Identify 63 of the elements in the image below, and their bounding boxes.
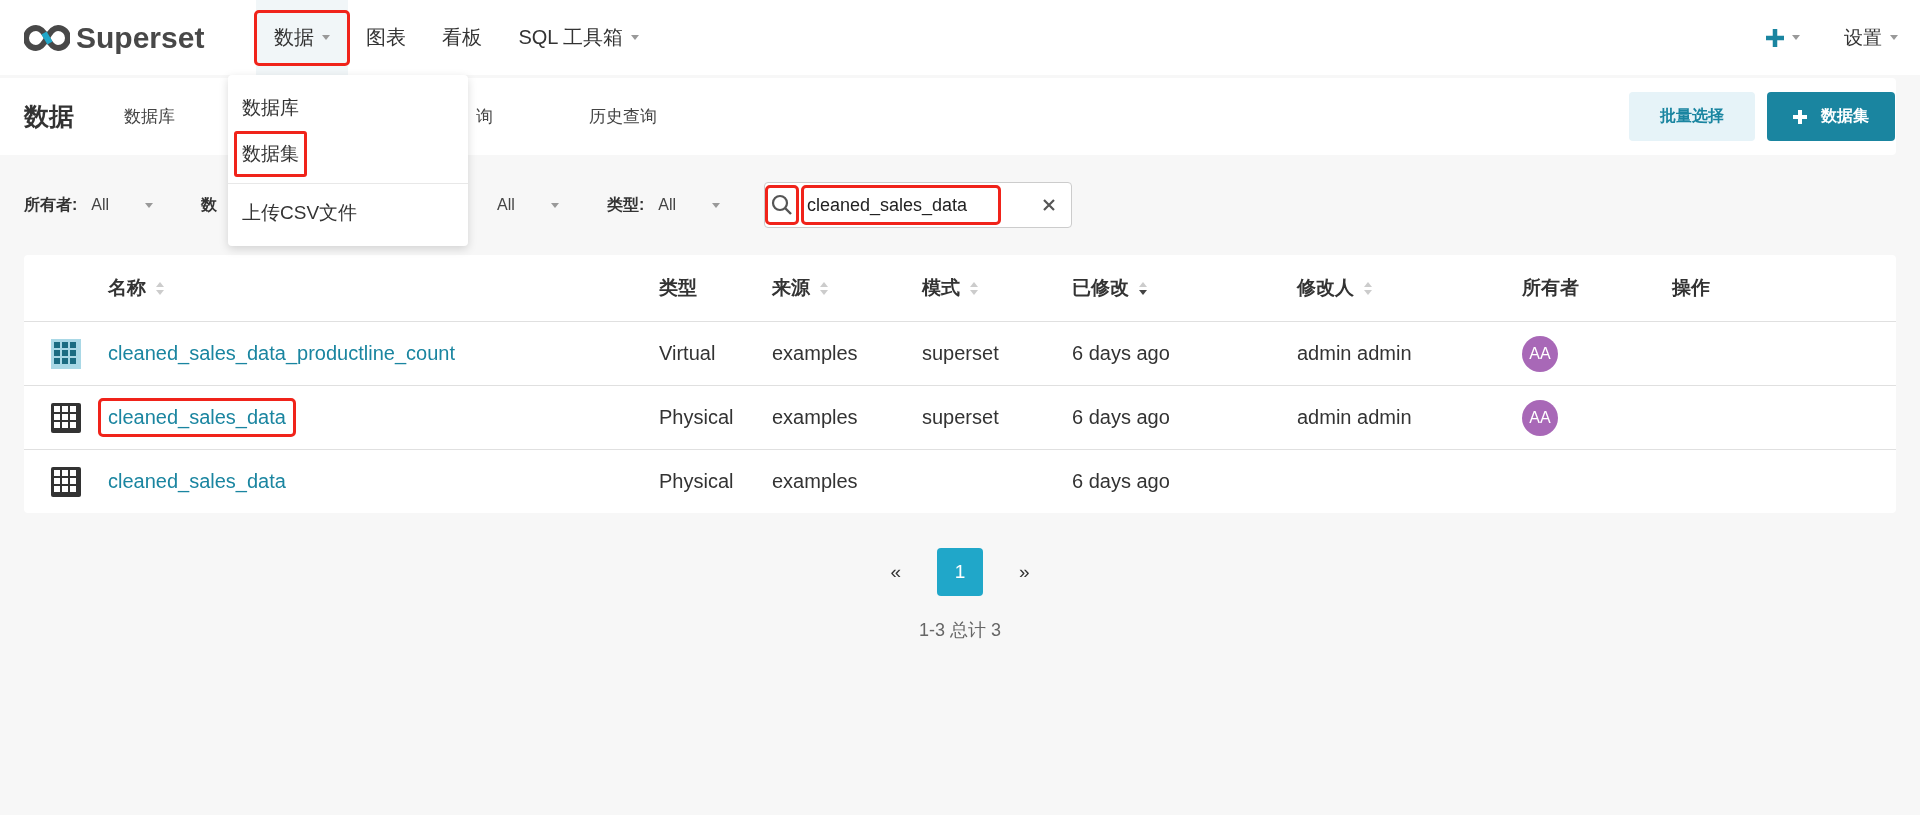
next-page-button[interactable]: » — [1013, 560, 1036, 584]
nav-item[interactable]: 图表 — [348, 11, 425, 64]
table-cell-text: examples — [772, 470, 859, 493]
table-cell-text: admin admin — [1297, 342, 1413, 365]
dataset-link[interactable]: cleaned_sales_data — [100, 464, 294, 499]
table-cell-text: 6 days ago — [1072, 406, 1171, 429]
logo-icon — [24, 24, 70, 51]
column-header: 名称 — [108, 276, 146, 300]
search-icon[interactable] — [771, 194, 793, 216]
dataset-link[interactable]: cleaned_sales_data_productline_count — [100, 336, 463, 371]
menu-item[interactable]: 上传CSV文件 — [234, 190, 366, 236]
table-cell-text: superset — [922, 342, 1000, 365]
caret-icon — [712, 202, 720, 208]
filter-label: 所有者: — [24, 194, 78, 215]
dataset-link[interactable]: cleaned_sales_data — [100, 400, 294, 435]
subnav-tab[interactable]: 询 — [468, 105, 501, 128]
clear-icon[interactable] — [1043, 199, 1055, 211]
caret-icon — [145, 202, 154, 208]
table-cell-text: examples — [772, 406, 859, 429]
search-input[interactable]: cleaned_sales_data — [803, 187, 999, 223]
filter-select[interactable]: All — [658, 196, 720, 214]
nav-item[interactable]: 看板 — [424, 11, 501, 64]
filter-label: 类型: — [606, 194, 645, 215]
owner-avatar: AA — [1522, 335, 1558, 372]
plus-icon — [1793, 109, 1807, 124]
column-header: 类型 — [659, 276, 697, 300]
brand-name: Superset — [76, 20, 205, 55]
sort-icon[interactable] — [1139, 281, 1147, 295]
column-header: 来源 — [772, 276, 810, 300]
menu-item[interactable]: 数据集 — [234, 131, 307, 177]
page-title: 数据 — [24, 101, 74, 132]
pagination-summary: 1-3 总计 3 — [919, 620, 1001, 640]
virtual-dataset-icon — [51, 338, 81, 369]
prev-page-button[interactable]: « — [884, 560, 907, 584]
filter-select[interactable]: All — [497, 196, 559, 214]
plus-icon — [1766, 28, 1784, 47]
table-cell-text: examples — [772, 342, 859, 365]
subnav-tab[interactable]: 历史查询 — [581, 105, 665, 128]
column-header: 已修改 — [1072, 276, 1129, 300]
table-icon — [51, 466, 81, 497]
settings-menu[interactable]: 设置 — [1822, 0, 1920, 75]
subnav-tab[interactable]: 数据库 — [116, 105, 183, 128]
bulk-select-button[interactable]: 批量选择 — [1629, 92, 1755, 141]
caret-icon — [550, 202, 559, 208]
table-cell-text: Physical — [659, 406, 735, 429]
table-icon — [51, 402, 81, 433]
search-field[interactable]: cleaned_sales_data — [764, 182, 1072, 228]
filter-select[interactable]: All — [91, 196, 154, 214]
column-header: 模式 — [922, 276, 960, 300]
column-header: 修改人 — [1297, 276, 1354, 300]
table-cell-text: admin admin — [1297, 406, 1413, 429]
table-cell-text: superset — [922, 406, 1000, 429]
table-cell-text: 6 days ago — [1072, 470, 1171, 493]
column-header: 所有者 — [1522, 276, 1579, 300]
add-dataset-button[interactable]: 数据集 — [1767, 92, 1895, 141]
column-header: 操作 — [1672, 276, 1710, 300]
filter-label: 数 — [201, 194, 218, 215]
owner-avatar: AA — [1522, 399, 1558, 436]
table-cell-text: Physical — [659, 470, 735, 493]
nav-item[interactable]: SQL 工具箱 — [500, 11, 658, 64]
table-cell-text: Virtual — [659, 342, 717, 365]
table-cell-text: 6 days ago — [1072, 342, 1171, 365]
menu-item[interactable]: 数据库 — [234, 85, 307, 131]
